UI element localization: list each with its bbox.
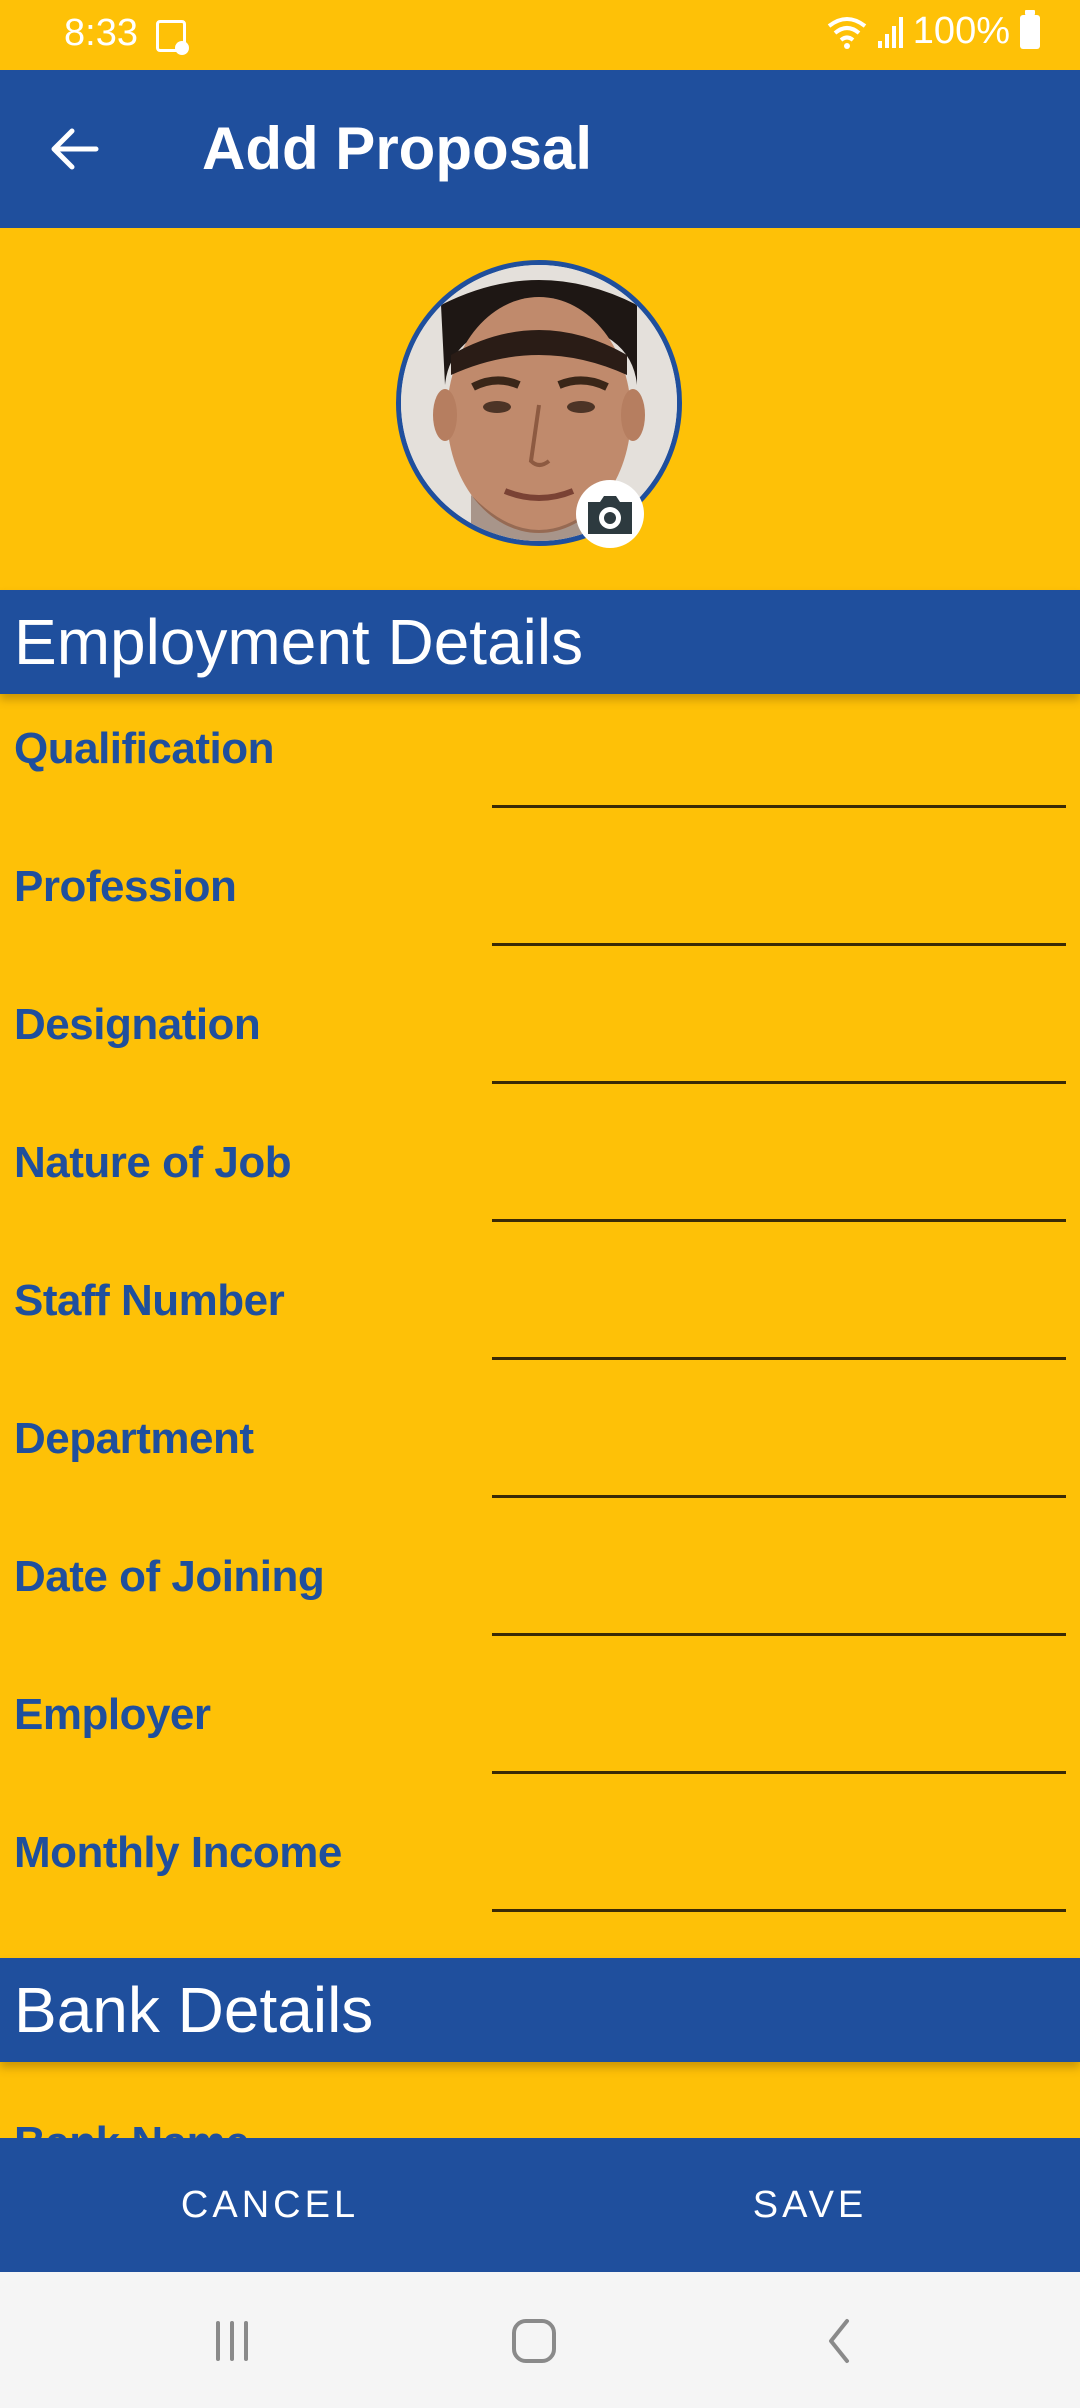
form-row-monthly-income: Monthly Income [0, 1802, 1080, 1940]
section-header-bank: Bank Details [0, 1958, 1080, 2062]
field-label: Bank Name [14, 2118, 250, 2138]
app-bar: Add Proposal [0, 70, 1080, 228]
form-row-staff-number: Staff Number [0, 1250, 1080, 1388]
save-button[interactable]: SAVE [540, 2138, 1080, 2272]
home-icon [512, 2319, 556, 2363]
field-label: Monthly Income [14, 1828, 342, 1877]
section-title: Employment Details [14, 606, 584, 678]
section-title: Bank Details [14, 1974, 374, 2046]
field-label: Date of Joining [14, 1552, 325, 1601]
recent-apps-icon [216, 2321, 248, 2361]
page-title: Add Proposal [202, 115, 593, 182]
system-back-button[interactable] [798, 2308, 878, 2374]
field-label: Staff Number [14, 1276, 285, 1325]
form-row-department: Department [0, 1388, 1080, 1526]
profession-input[interactable] [492, 836, 1066, 946]
status-time: 8:33 [64, 12, 138, 54]
section-header-employment: Employment Details [0, 590, 1080, 694]
chevron-left-icon [829, 2319, 849, 2363]
battery-percentage: 100% [912, 10, 1010, 52]
wifi-icon [825, 14, 869, 50]
field-label: Profession [14, 862, 237, 911]
monthly-income-input[interactable] [492, 1802, 1066, 1912]
form-row-profession: Profession [0, 836, 1080, 974]
field-label: Employer [14, 1690, 211, 1739]
qualification-input[interactable] [492, 698, 1066, 808]
form-row-date-of-joining: Date of Joining [0, 1526, 1080, 1664]
nature-of-job-input[interactable] [492, 1112, 1066, 1222]
signal-icon [877, 15, 905, 49]
form-row-bank-name: Bank Name [0, 2064, 1080, 2138]
form-row-designation: Designation [0, 974, 1080, 1112]
field-label: Nature of Job [14, 1138, 292, 1187]
battery-icon [1020, 9, 1040, 49]
cancel-button[interactable]: CANCEL [0, 2138, 540, 2272]
system-nav-bar [0, 2272, 1080, 2408]
field-label: Designation [14, 1000, 261, 1049]
form-row-nature-of-job: Nature of Job [0, 1112, 1080, 1250]
date-of-joining-input[interactable] [492, 1526, 1066, 1636]
department-input[interactable] [492, 1388, 1066, 1498]
profile-photo-area [396, 260, 682, 548]
field-label: Qualification [14, 724, 274, 773]
recent-apps-button[interactable] [192, 2308, 272, 2374]
camera-icon [588, 496, 632, 534]
status-icons: 100% [825, 9, 1040, 53]
staff-number-input[interactable] [492, 1250, 1066, 1360]
home-button[interactable] [494, 2308, 574, 2374]
change-photo-button[interactable] [576, 480, 644, 548]
back-button[interactable] [40, 114, 110, 184]
form-row-qualification: Qualification [0, 698, 1080, 836]
field-label: Department [14, 1414, 254, 1463]
arrow-left-icon [51, 128, 99, 170]
designation-input[interactable] [492, 974, 1066, 1084]
employer-input[interactable] [492, 1664, 1066, 1774]
status-bar: 8:33 100% [0, 0, 1080, 70]
action-bar: CANCEL SAVE [0, 2138, 1080, 2272]
add-proposal-screen: 8:33 100% Add Proposal Employment Detail… [0, 0, 1080, 2408]
form-row-employer: Employer [0, 1664, 1080, 1802]
notification-icon [156, 20, 189, 55]
